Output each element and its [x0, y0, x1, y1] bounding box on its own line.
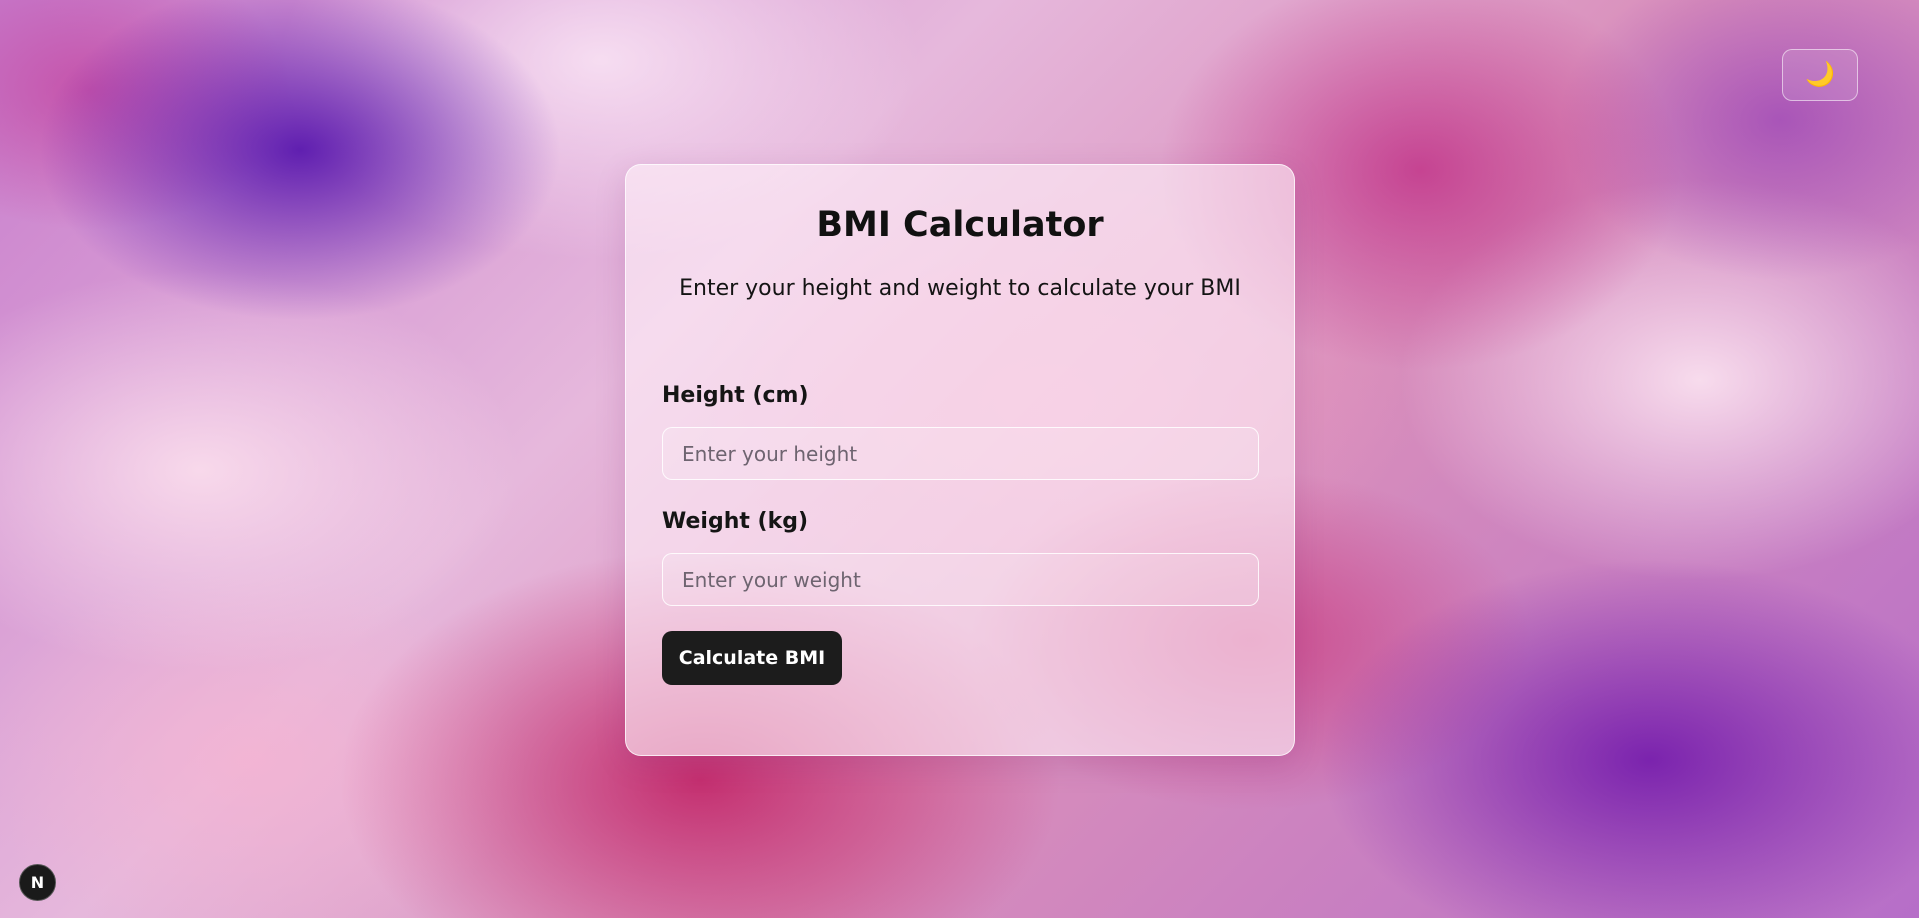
weight-label: Weight (kg)	[662, 509, 809, 534]
nextjs-logo-glyph: N	[30, 873, 45, 892]
height-input[interactable]	[662, 427, 1259, 480]
weight-input[interactable]	[662, 553, 1259, 606]
theme-toggle-button[interactable]: 🌙	[1782, 49, 1858, 101]
page-subtitle: Enter your height and weight to calculat…	[679, 276, 1241, 301]
page-title: BMI Calculator	[816, 205, 1104, 245]
nextjs-logo-icon[interactable]: N	[19, 864, 56, 901]
moon-icon: 🌙	[1805, 61, 1835, 88]
calculate-bmi-button[interactable]: Calculate BMI	[662, 631, 842, 685]
bmi-calculator-card: BMI Calculator Enter your height and wei…	[625, 164, 1295, 756]
height-label: Height (cm)	[662, 383, 809, 408]
